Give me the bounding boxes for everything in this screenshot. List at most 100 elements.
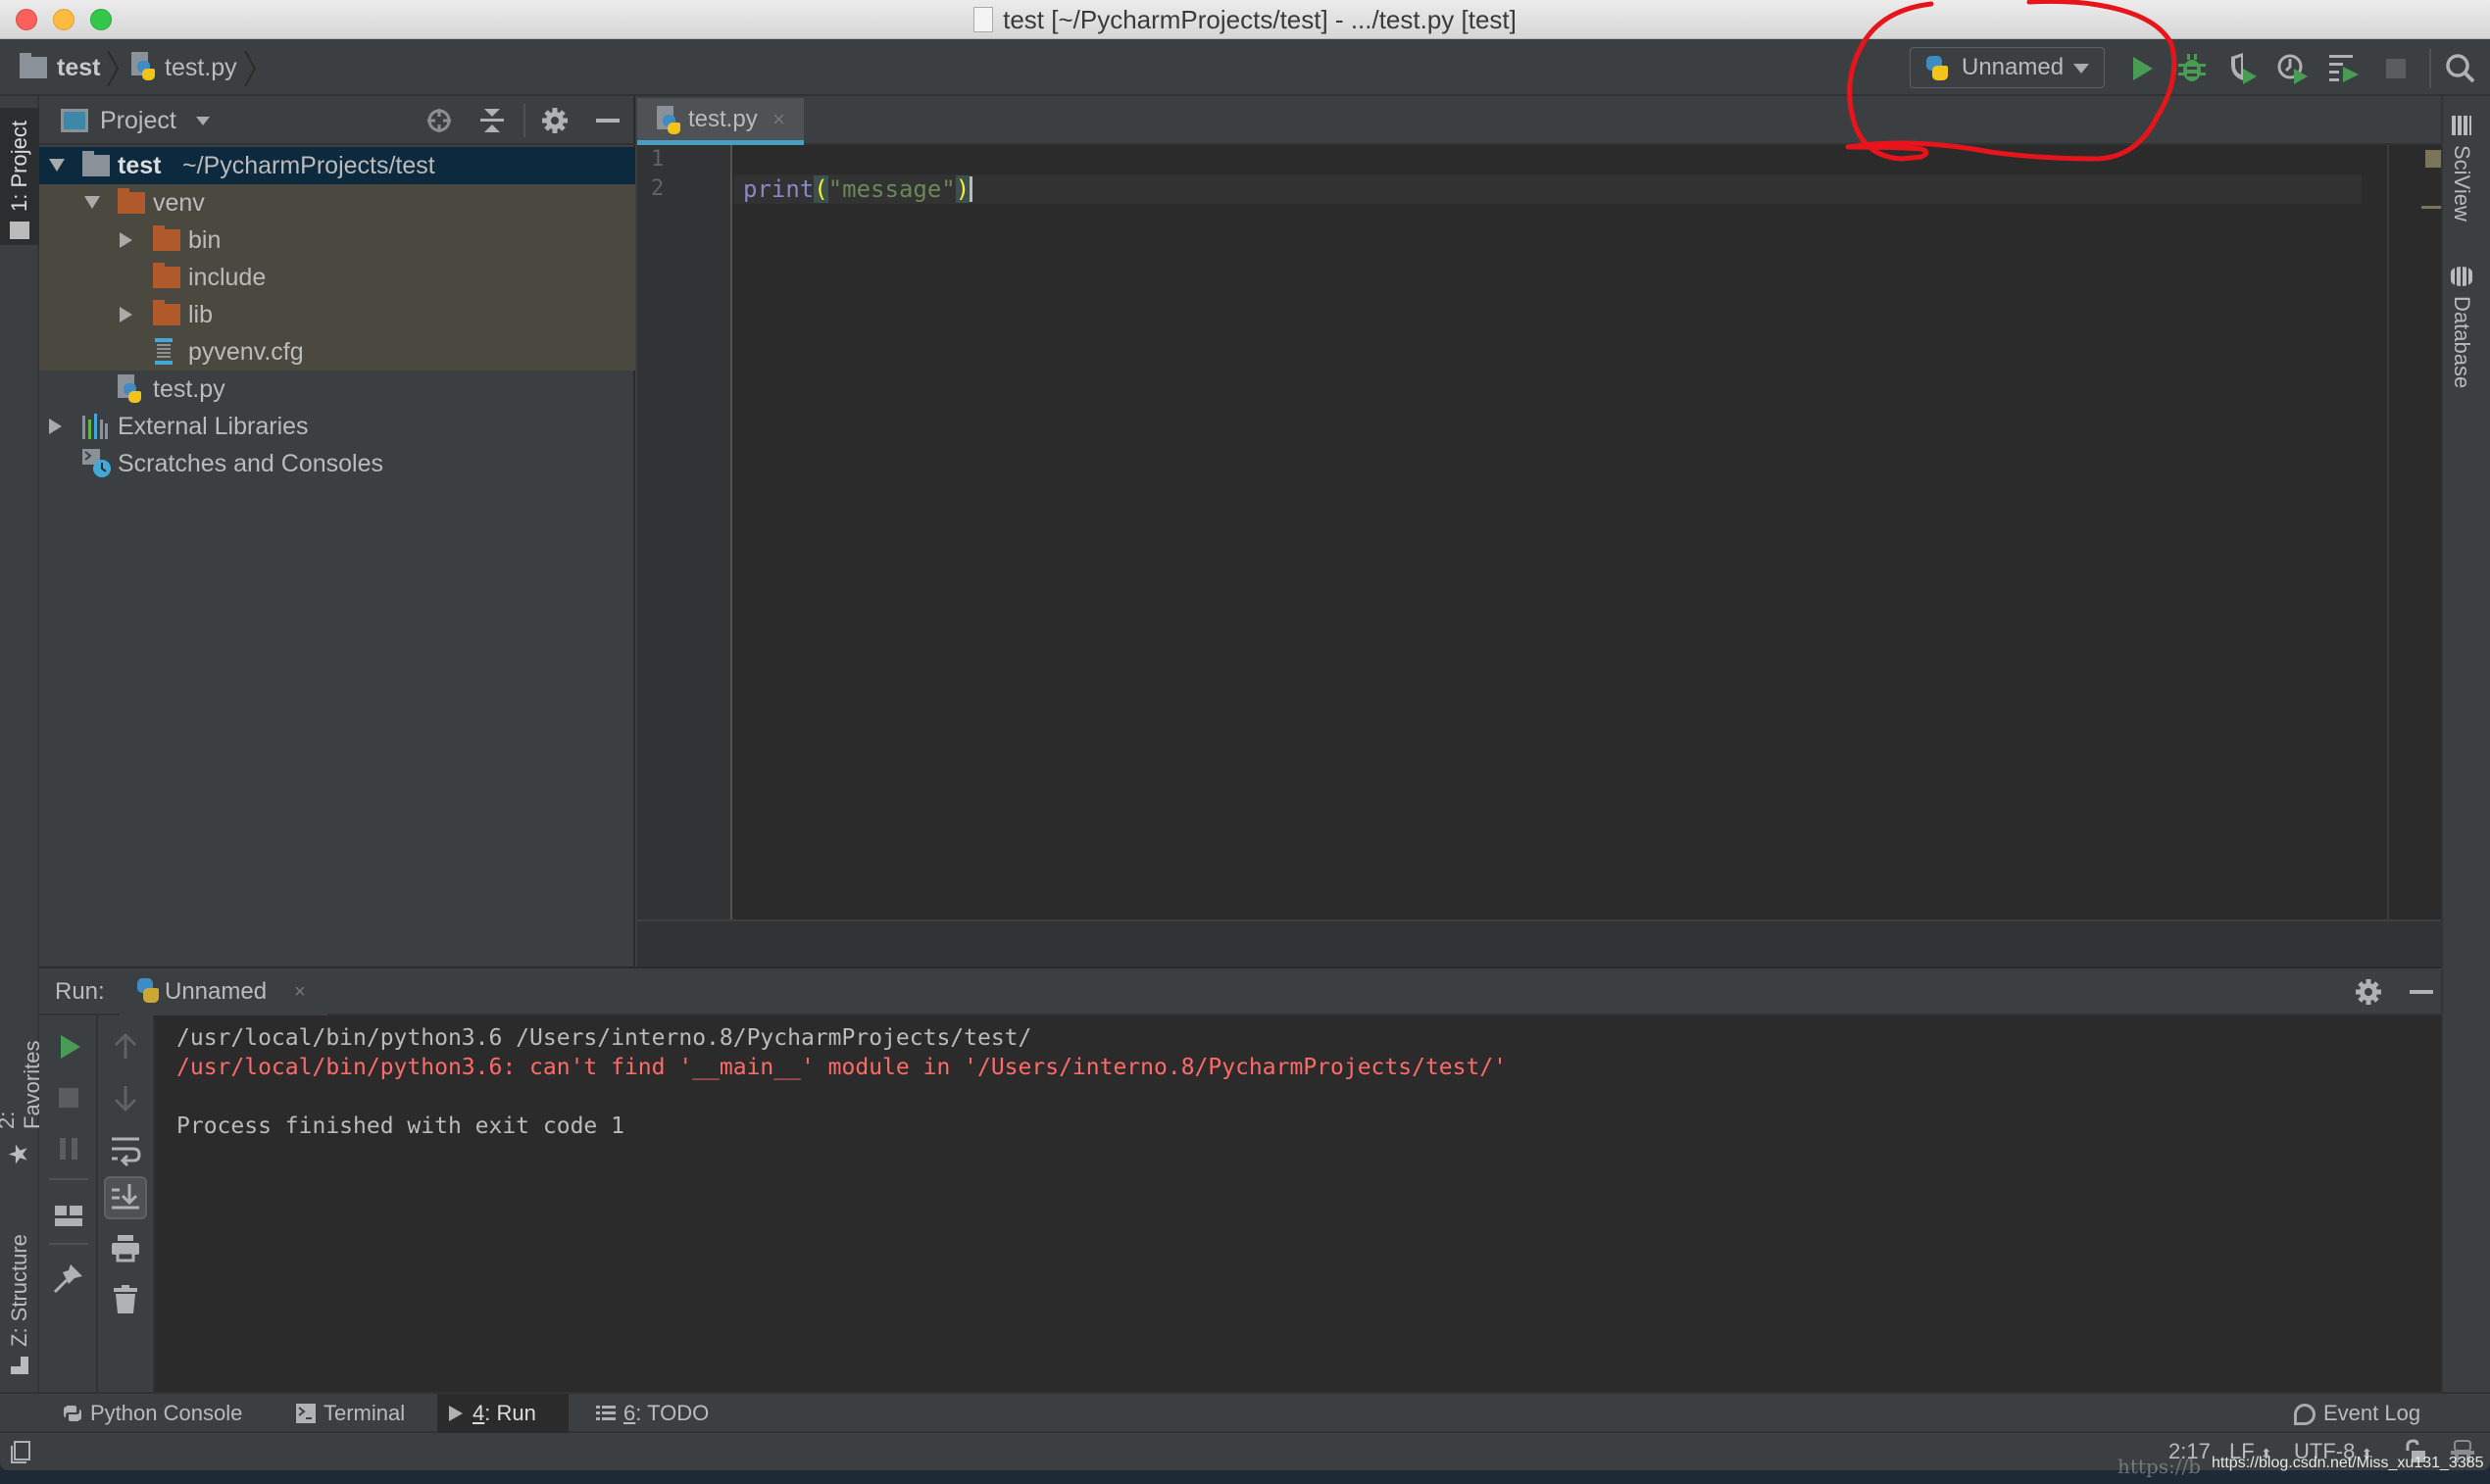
gear-icon — [542, 108, 568, 133]
tree-item-include[interactable]: include — [39, 259, 635, 296]
tool-window-python-console[interactable]: Python Console — [55, 1394, 254, 1433]
toggle-tool-windows-icon[interactable] — [10, 1441, 31, 1464]
print-button[interactable] — [106, 1229, 145, 1268]
pause-icon — [60, 1138, 77, 1160]
previous-occurrence-button[interactable] — [106, 1027, 145, 1066]
tool-window-tab-project[interactable]: 1: Project — [0, 108, 39, 245]
python-file-icon — [973, 7, 994, 32]
run-settings-button[interactable] — [2353, 976, 2384, 1008]
run-tab-unnamed[interactable]: Unnamed × — [120, 968, 327, 1015]
folder-icon — [82, 151, 110, 176]
chevron-down-icon[interactable] — [196, 117, 210, 125]
tool-window-event-log[interactable]: Event Log — [2294, 1394, 2420, 1433]
tool-window-tab-sciview[interactable]: SciView — [2449, 116, 2474, 222]
tool-window-tab-database[interactable]: Database — [2449, 267, 2474, 388]
tab-sciview-label: SciView — [2450, 145, 2474, 222]
tree-item-scratches[interactable]: Scratches and Consoles — [39, 445, 635, 482]
code-line-2[interactable]: print("message") — [743, 174, 973, 204]
tree-item-label: lib — [188, 301, 214, 328]
folder-icon — [153, 225, 180, 251]
toolbar-separator — [49, 1178, 88, 1180]
hide-run-panel-button[interactable] — [2410, 990, 2433, 994]
run-tab-label: Unnamed — [165, 978, 268, 1005]
tool-window-tab-favorites[interactable]: ★ 2: Favorites — [0, 1017, 44, 1174]
python-file-icon — [131, 52, 157, 81]
code-editor[interactable]: 1 2 print("message") — [637, 145, 2445, 966]
search-everywhere-button[interactable] — [2441, 49, 2480, 88]
right-tool-strip: SciView Database — [2441, 96, 2490, 1392]
tool-window-tab-structure[interactable]: Z: Structure — [0, 1213, 39, 1380]
restore-layout-button[interactable] — [49, 1196, 88, 1235]
search-icon — [2446, 54, 2475, 83]
run-with-coverage-button[interactable] — [2223, 49, 2263, 88]
collapse-arrow-icon[interactable] — [120, 307, 132, 322]
editor-tab-test-py[interactable]: test.py × — [637, 98, 804, 145]
rerun-button[interactable] — [49, 1027, 88, 1066]
breadcrumb-separator-icon — [244, 50, 257, 87]
breadcrumb-file[interactable]: test.py — [131, 39, 237, 96]
concurrency-diagram-button[interactable] — [2325, 49, 2365, 88]
tool-window-terminal[interactable]: Terminal — [288, 1394, 417, 1433]
locate-file-button[interactable] — [423, 105, 455, 136]
mnemonic: 4 — [473, 1401, 485, 1425]
code-token-function: print — [743, 175, 815, 203]
tree-item-pyvenv-cfg[interactable]: pyvenv.cfg — [39, 333, 635, 371]
concurrency-icon — [2329, 55, 2359, 82]
tree-item-external-libraries[interactable]: External Libraries — [39, 408, 635, 445]
run-toolbar-primary — [39, 1015, 98, 1392]
close-tab-icon[interactable]: × — [772, 98, 785, 141]
pin-tab-button[interactable] — [49, 1259, 88, 1298]
profile-button[interactable] — [2274, 49, 2314, 88]
folder-icon — [20, 53, 47, 78]
next-occurrence-button[interactable] — [106, 1078, 145, 1117]
tool-window-todo[interactable]: 6: TODO — [588, 1394, 721, 1433]
pause-button[interactable] — [49, 1129, 88, 1168]
folder-icon — [10, 222, 29, 239]
folder-icon — [153, 263, 180, 288]
soft-wrap-button[interactable] — [106, 1129, 145, 1168]
sciview-icon — [2452, 116, 2471, 135]
tool-window-run[interactable]: 4: Run — [437, 1394, 569, 1433]
collapse-arrow-icon[interactable] — [49, 419, 62, 434]
stop-button[interactable] — [49, 1078, 88, 1117]
collapse-arrow-icon[interactable] — [120, 232, 132, 248]
run-panel-header: Run: Unnamed × — [39, 966, 2441, 1015]
tree-item-label: bin — [188, 226, 222, 254]
python-icon — [1924, 54, 1950, 83]
clear-all-button[interactable] — [106, 1280, 145, 1319]
collapse-all-icon — [480, 109, 504, 132]
tree-item-venv[interactable]: venv — [39, 184, 635, 222]
right-margin-guide — [2387, 145, 2389, 919]
run-console-output[interactable]: /usr/local/bin/python3.6 /Users/interno.… — [155, 1015, 2441, 1392]
breadcrumb-project[interactable]: test — [20, 39, 100, 96]
speech-bubble-icon — [2294, 1404, 2316, 1425]
arrow-up-icon — [114, 1032, 137, 1059]
tree-item-project-root[interactable]: test ~/PycharmProjects/test — [39, 147, 635, 184]
text-cursor — [970, 176, 973, 202]
collapse-all-button[interactable] — [476, 105, 508, 136]
project-view-selector[interactable]: Project — [100, 96, 176, 145]
expand-arrow-icon[interactable] — [84, 196, 100, 209]
gear-icon — [2356, 979, 2381, 1005]
run-configuration-dropdown[interactable]: Unnamed — [1910, 47, 2105, 88]
expand-arrow-icon[interactable] — [49, 159, 65, 172]
scroll-to-end-button[interactable] — [104, 1176, 147, 1219]
minus-icon — [596, 119, 620, 123]
tree-item-bin[interactable]: bin — [39, 222, 635, 259]
stop-button[interactable] — [2376, 49, 2415, 88]
watermark: https://blog.csdn.net/Miss_xu131_3385 — [2212, 1455, 2484, 1471]
arrow-down-icon — [114, 1086, 137, 1113]
list-icon — [596, 1406, 616, 1420]
run-button[interactable] — [2121, 49, 2161, 88]
left-tool-strip: 1: Project ★ 2: Favorites Z: Structure — [0, 96, 44, 1392]
hide-panel-button[interactable] — [592, 105, 623, 136]
console-line-exit-code: Process finished with exit code 1 — [176, 1113, 624, 1139]
tool-window-label: : TODO — [635, 1401, 710, 1425]
debug-button[interactable] — [2172, 49, 2212, 88]
tree-item-lib[interactable]: lib — [39, 296, 635, 333]
close-tab-icon[interactable]: × — [294, 968, 306, 1015]
settings-button[interactable] — [539, 105, 571, 136]
tree-item-test-py[interactable]: test.py — [39, 371, 635, 408]
folder-icon — [118, 188, 145, 214]
editor-tab-label: test.py — [688, 106, 758, 132]
